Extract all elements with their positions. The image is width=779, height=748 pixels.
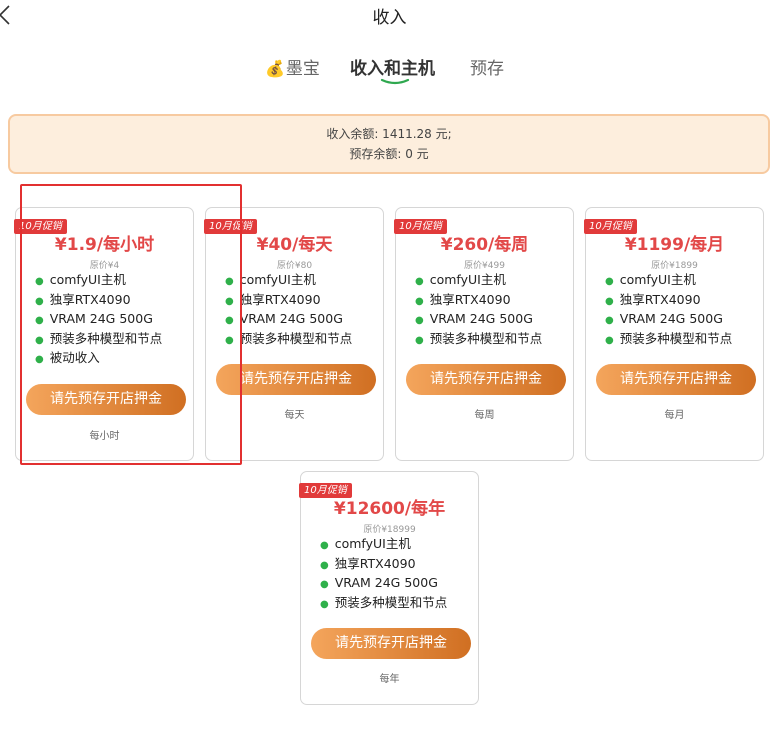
feature-item: ● comfyUI主机: [415, 272, 506, 287]
feature-list: ● comfyUI主机 ● 独享RTX4090 ● VRAM 24G 500G ● 预装…: [605, 270, 732, 348]
bullet-icon: ●: [225, 315, 234, 326]
feature-item: ● comfyUI主机: [35, 272, 126, 287]
feature-item: ● 独享RTX4090: [605, 291, 701, 307]
feature-item: ● 独享RTX4090: [320, 555, 416, 571]
plan-card-monthly: 10月促销 ¥1199/每月 原价¥1899 ● comfyUI主机 ● 独享RTX…: [584, 207, 764, 461]
tab-income-and-host[interactable]: 收入和主机: [350, 54, 435, 79]
feature-item: ● 独享RTX4090: [225, 291, 321, 307]
feature-item: ● 被动收入: [35, 350, 100, 365]
deposit-button[interactable]: 请先预存开店押金: [216, 364, 376, 395]
deposit-button[interactable]: 请先预存开店押金: [596, 364, 756, 395]
plan-price: ¥1199/每月: [624, 235, 725, 255]
tab-mobao-label: 墨宝: [285, 59, 320, 79]
money-bag-icon: 💰: [265, 59, 285, 78]
bullet-icon: ●: [415, 295, 424, 307]
plan-price: ¥260/每周: [440, 235, 529, 255]
balance-panel: 收入余额: 1411.28 元; 预存余额: 0 元: [8, 114, 770, 174]
feature-item: ● VRAM 24G 500G: [225, 311, 343, 326]
bullet-icon: ●: [415, 315, 424, 326]
bullet-icon: ●: [415, 276, 424, 287]
plan-card-daily: 10月促销 ¥40/每天 原价¥80 ● comfyUI主机 ● 独享RTX4090…: [204, 207, 384, 461]
bullet-icon: ●: [320, 540, 329, 551]
deposit-button[interactable]: 请先预存开店押金: [311, 628, 471, 659]
feature-list: ● comfyUI主机 ● 独享RTX4090 ● VRAM 24G 500G ● 预装…: [225, 270, 352, 348]
bullet-icon: ●: [415, 334, 424, 346]
bullet-icon: ●: [35, 295, 44, 307]
plan-period: 每周: [474, 410, 495, 421]
feature-item: ● 预装多种模型和节点: [605, 330, 733, 346]
bullet-icon: ●: [35, 315, 44, 326]
bullet-icon: ●: [225, 334, 234, 346]
feature-list: ● comfyUI主机 ● 独享RTX4090 ● VRAM 24G 500G ● 预装…: [320, 534, 447, 612]
deposit-balance: 预存余额: 0 元: [349, 147, 429, 161]
plan-price: ¥12600/每年: [333, 499, 446, 519]
feature-item: ● 独享RTX4090: [35, 291, 131, 307]
feature-item: ● VRAM 24G 500G: [415, 311, 533, 326]
tab-income-and-host-label: 收入和主机: [350, 59, 435, 79]
bullet-icon: ●: [35, 334, 44, 346]
tab-deposit[interactable]: 预存: [470, 54, 504, 79]
feature-item: ● comfyUI主机: [605, 272, 696, 287]
bullet-icon: ●: [605, 315, 614, 326]
active-tab-underline: [380, 78, 410, 85]
plan-card-hourly: 10月促销 ¥1.9/每小时 原价¥4 ● comfyUI主机 ● 独享RTX409…: [14, 207, 194, 461]
feature-item: ● comfyUI主机: [320, 536, 411, 551]
plan-period: 每年: [379, 674, 400, 685]
feature-item: ● 预装多种模型和节点: [35, 330, 163, 346]
feature-item: ● VRAM 24G 500G: [35, 311, 153, 326]
deposit-button[interactable]: 请先预存开店押金: [26, 384, 186, 415]
feature-item: ● VRAM 24G 500G: [320, 575, 438, 590]
tab-mobao[interactable]: 💰墨宝: [265, 54, 320, 79]
bullet-icon: ●: [225, 276, 234, 287]
income-balance: 收入余额: 1411.28 元;: [326, 127, 452, 141]
bullet-icon: ●: [35, 354, 44, 365]
bullet-icon: ●: [605, 295, 614, 307]
feature-item: ● comfyUI主机: [225, 272, 316, 287]
feature-item: ● 预装多种模型和节点: [225, 330, 353, 346]
feature-item: ● 预装多种模型和节点: [415, 330, 543, 346]
bullet-icon: ●: [605, 276, 614, 287]
page-title: 收入: [372, 8, 407, 28]
deposit-button[interactable]: 请先预存开店押金: [406, 364, 566, 395]
plan-price: ¥40/每天: [256, 235, 333, 255]
bullet-icon: ●: [35, 276, 44, 287]
bullet-icon: ●: [320, 579, 329, 590]
feature-list: ● comfyUI主机 ● 独享RTX4090 ● VRAM 24G 500G ● 预装…: [35, 270, 162, 368]
feature-item: ● 预装多种模型和节点: [320, 594, 448, 610]
bullet-icon: ●: [225, 295, 234, 307]
plan-period: 每月: [664, 410, 685, 421]
plan-period: 每天: [284, 410, 305, 421]
plan-card-weekly: 10月促销 ¥260/每周 原价¥499 ● comfyUI主机 ● 独享RTX40…: [394, 207, 574, 461]
feature-item: ● VRAM 24G 500G: [605, 311, 723, 326]
feature-item: ● 独享RTX4090: [415, 291, 511, 307]
plan-price: ¥1.9/每小时: [54, 235, 155, 255]
plan-period: 每小时: [89, 431, 120, 442]
feature-list: ● comfyUI主机 ● 独享RTX4090 ● VRAM 24G 500G ● 预装…: [415, 270, 542, 348]
bullet-icon: ●: [320, 559, 329, 571]
tab-deposit-label: 预存: [470, 59, 504, 79]
tab-bar: 💰墨宝 收入和主机 预存: [0, 54, 779, 85]
plan-card-yearly: 10月促销 ¥12600/每年 原价¥18999 ● comfyUI主机 ● 独享R…: [299, 471, 479, 705]
bullet-icon: ●: [605, 334, 614, 346]
bullet-icon: ●: [320, 598, 329, 610]
